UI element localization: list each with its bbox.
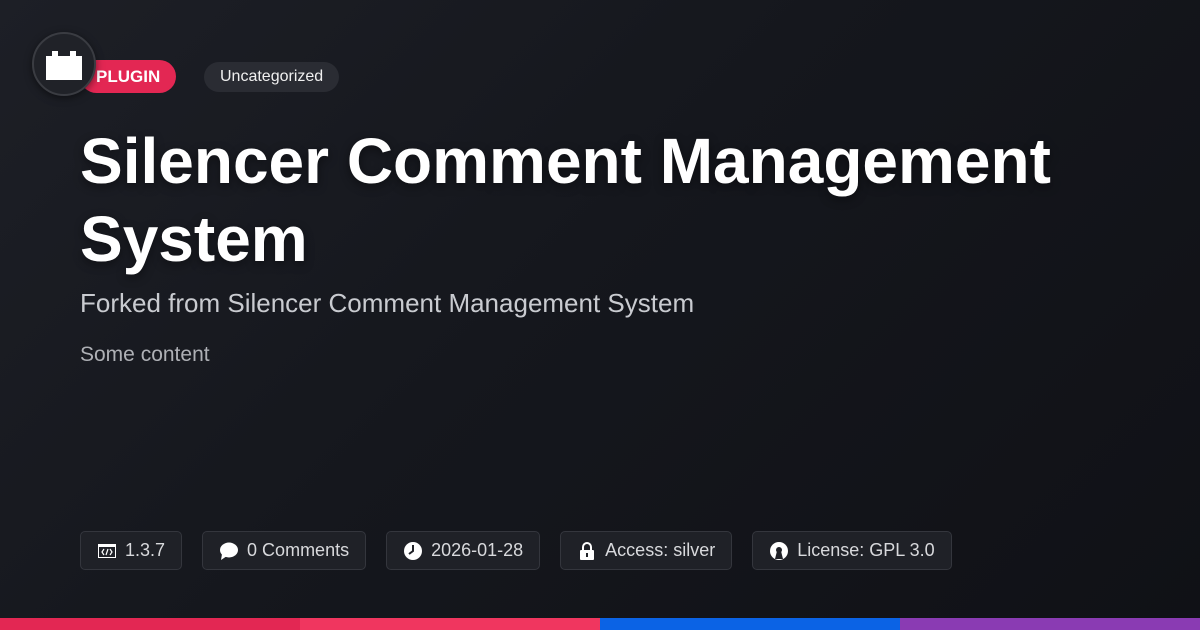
version-label: 1.3.7 (125, 540, 166, 560)
accent-bar-segment (900, 618, 1200, 630)
page-content: Some content (80, 343, 210, 366)
version-chip: 1.3.7 (80, 531, 183, 570)
site-logo (32, 32, 96, 96)
page-subtitle: Forked from Silencer Comment Management … (80, 288, 695, 318)
accent-bar-segment (300, 618, 600, 630)
accent-bar-segment (0, 618, 300, 630)
date-label: 2026-01-28 (431, 540, 524, 560)
accent-bar (0, 618, 1200, 630)
page-title: Silencer Comment Management System (80, 125, 1051, 275)
comments-label: 0 Comments (247, 540, 350, 560)
plug-block-icon (46, 51, 82, 80)
open-source-icon (770, 541, 789, 560)
access-label: Access: silver (605, 540, 716, 560)
accent-bar-segment (600, 618, 900, 630)
meta-row: 1.3.7 0 Comments 2026-01-28 Access: silv… (80, 531, 952, 570)
category-badge[interactable]: Uncategorized (204, 62, 340, 92)
license-chip: License: GPL 3.0 (752, 531, 952, 570)
speech-bubble-icon (220, 542, 239, 560)
license-label: License: GPL 3.0 (797, 540, 935, 560)
access-chip: Access: silver (560, 531, 733, 570)
clock-icon (404, 541, 423, 560)
code-window-icon (98, 543, 116, 558)
date-chip: 2026-01-28 (386, 531, 541, 570)
lock-icon (580, 541, 595, 560)
comments-chip[interactable]: 0 Comments (202, 531, 367, 570)
